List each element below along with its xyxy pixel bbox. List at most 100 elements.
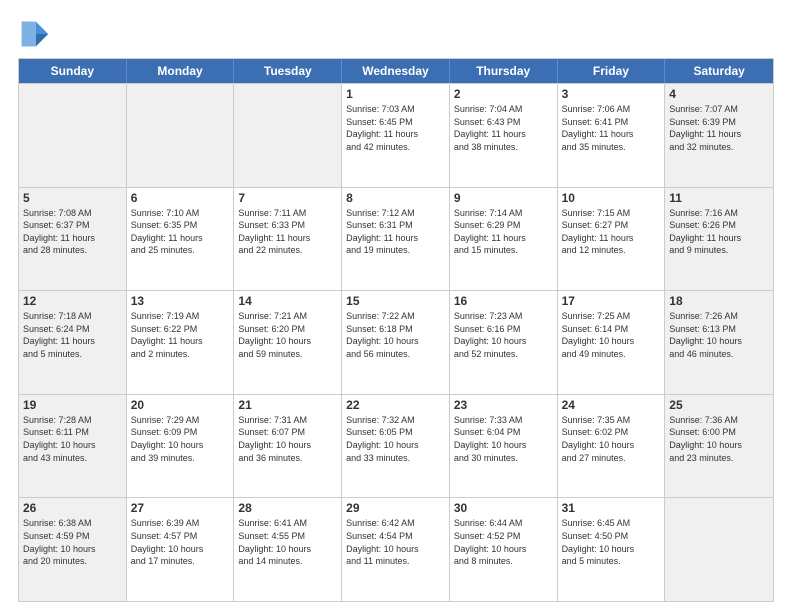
day-number: 22 [346, 398, 445, 412]
day-info: Sunrise: 7:35 AM Sunset: 6:02 PM Dayligh… [562, 414, 661, 464]
empty-cell [127, 84, 235, 187]
day-info: Sunrise: 7:29 AM Sunset: 6:09 PM Dayligh… [131, 414, 230, 464]
day-cell-25: 25 Sunrise: 7:36 AM Sunset: 6:00 PM Dayli… [665, 395, 773, 498]
week-row-0: 1 Sunrise: 7:03 AM Sunset: 6:45 PM Daylig… [19, 83, 773, 187]
day-info: Sunrise: 7:31 AM Sunset: 6:07 PM Dayligh… [238, 414, 337, 464]
day-cell-10: 10 Sunrise: 7:15 AM Sunset: 6:27 PM Dayli… [558, 188, 666, 291]
header-day-wednesday: Wednesday [342, 59, 450, 83]
day-info: Sunrise: 7:32 AM Sunset: 6:05 PM Dayligh… [346, 414, 445, 464]
day-info: Sunrise: 7:25 AM Sunset: 6:14 PM Dayligh… [562, 310, 661, 360]
day-number: 1 [346, 87, 445, 101]
day-info: Sunrise: 7:15 AM Sunset: 6:27 PM Dayligh… [562, 207, 661, 257]
day-cell-7: 7 Sunrise: 7:11 AM Sunset: 6:33 PM Daylig… [234, 188, 342, 291]
day-cell-19: 19 Sunrise: 7:28 AM Sunset: 6:11 PM Dayli… [19, 395, 127, 498]
logo-icon [18, 18, 50, 50]
day-number: 15 [346, 294, 445, 308]
empty-cell [665, 498, 773, 601]
day-cell-5: 5 Sunrise: 7:08 AM Sunset: 6:37 PM Daylig… [19, 188, 127, 291]
day-cell-9: 9 Sunrise: 7:14 AM Sunset: 6:29 PM Daylig… [450, 188, 558, 291]
day-info: Sunrise: 7:06 AM Sunset: 6:41 PM Dayligh… [562, 103, 661, 153]
day-cell-2: 2 Sunrise: 7:04 AM Sunset: 6:43 PM Daylig… [450, 84, 558, 187]
week-row-1: 5 Sunrise: 7:08 AM Sunset: 6:37 PM Daylig… [19, 187, 773, 291]
day-info: Sunrise: 7:22 AM Sunset: 6:18 PM Dayligh… [346, 310, 445, 360]
day-number: 11 [669, 191, 769, 205]
day-cell-30: 30 Sunrise: 6:44 AM Sunset: 4:52 PM Dayli… [450, 498, 558, 601]
day-number: 4 [669, 87, 769, 101]
day-info: Sunrise: 7:26 AM Sunset: 6:13 PM Dayligh… [669, 310, 769, 360]
header-day-saturday: Saturday [665, 59, 773, 83]
header-day-tuesday: Tuesday [234, 59, 342, 83]
day-cell-20: 20 Sunrise: 7:29 AM Sunset: 6:09 PM Dayli… [127, 395, 235, 498]
day-number: 30 [454, 501, 553, 515]
calendar-body: 1 Sunrise: 7:03 AM Sunset: 6:45 PM Daylig… [19, 83, 773, 601]
day-info: Sunrise: 7:14 AM Sunset: 6:29 PM Dayligh… [454, 207, 553, 257]
day-number: 13 [131, 294, 230, 308]
day-cell-11: 11 Sunrise: 7:16 AM Sunset: 6:26 PM Dayli… [665, 188, 773, 291]
day-info: Sunrise: 7:16 AM Sunset: 6:26 PM Dayligh… [669, 207, 769, 257]
day-info: Sunrise: 7:28 AM Sunset: 6:11 PM Dayligh… [23, 414, 122, 464]
day-cell-24: 24 Sunrise: 7:35 AM Sunset: 6:02 PM Dayli… [558, 395, 666, 498]
day-info: Sunrise: 7:33 AM Sunset: 6:04 PM Dayligh… [454, 414, 553, 464]
page: SundayMondayTuesdayWednesdayThursdayFrid… [0, 0, 792, 612]
logo [18, 18, 54, 50]
day-number: 28 [238, 501, 337, 515]
day-info: Sunrise: 7:11 AM Sunset: 6:33 PM Dayligh… [238, 207, 337, 257]
day-number: 9 [454, 191, 553, 205]
day-info: Sunrise: 7:12 AM Sunset: 6:31 PM Dayligh… [346, 207, 445, 257]
header [18, 18, 774, 50]
day-number: 16 [454, 294, 553, 308]
calendar-header: SundayMondayTuesdayWednesdayThursdayFrid… [19, 59, 773, 83]
day-info: Sunrise: 6:38 AM Sunset: 4:59 PM Dayligh… [23, 517, 122, 567]
day-info: Sunrise: 7:36 AM Sunset: 6:00 PM Dayligh… [669, 414, 769, 464]
day-info: Sunrise: 7:10 AM Sunset: 6:35 PM Dayligh… [131, 207, 230, 257]
day-cell-4: 4Sunrise: 7:07 AM Sunset: 6:39 PM Daylig… [665, 84, 773, 187]
day-cell-13: 13 Sunrise: 7:19 AM Sunset: 6:22 PM Dayli… [127, 291, 235, 394]
empty-cell [234, 84, 342, 187]
day-info: Sunrise: 7:23 AM Sunset: 6:16 PM Dayligh… [454, 310, 553, 360]
day-number: 3 [562, 87, 661, 101]
day-info: Sunrise: 6:42 AM Sunset: 4:54 PM Dayligh… [346, 517, 445, 567]
day-number: 6 [131, 191, 230, 205]
day-number: 19 [23, 398, 122, 412]
day-number: 5 [23, 191, 122, 205]
day-cell-21: 21 Sunrise: 7:31 AM Sunset: 6:07 PM Dayli… [234, 395, 342, 498]
day-number: 23 [454, 398, 553, 412]
day-cell-28: 28 Sunrise: 6:41 AM Sunset: 4:55 PM Dayli… [234, 498, 342, 601]
day-cell-12: 12 Sunrise: 7:18 AM Sunset: 6:24 PM Dayli… [19, 291, 127, 394]
day-number: 7 [238, 191, 337, 205]
week-row-2: 12 Sunrise: 7:18 AM Sunset: 6:24 PM Dayli… [19, 290, 773, 394]
header-day-friday: Friday [558, 59, 666, 83]
day-number: 2 [454, 87, 553, 101]
week-row-4: 26Sunrise: 6:38 AM Sunset: 4:59 PM Dayli… [19, 497, 773, 601]
day-number: 24 [562, 398, 661, 412]
day-cell-27: 27Sunrise: 6:39 AM Sunset: 4:57 PM Dayli… [127, 498, 235, 601]
day-number: 21 [238, 398, 337, 412]
calendar: SundayMondayTuesdayWednesdayThursdayFrid… [18, 58, 774, 602]
day-cell-26: 26Sunrise: 6:38 AM Sunset: 4:59 PM Dayli… [19, 498, 127, 601]
day-cell-23: 23 Sunrise: 7:33 AM Sunset: 6:04 PM Dayli… [450, 395, 558, 498]
day-cell-31: 31Sunrise: 6:45 AM Sunset: 4:50 PM Dayli… [558, 498, 666, 601]
day-cell-16: 16 Sunrise: 7:23 AM Sunset: 6:16 PM Dayli… [450, 291, 558, 394]
day-number: 12 [23, 294, 122, 308]
day-info: Sunrise: 6:44 AM Sunset: 4:52 PM Dayligh… [454, 517, 553, 567]
day-number: 29 [346, 501, 445, 515]
week-row-3: 19 Sunrise: 7:28 AM Sunset: 6:11 PM Dayli… [19, 394, 773, 498]
day-cell-8: 8Sunrise: 7:12 AM Sunset: 6:31 PM Daylig… [342, 188, 450, 291]
day-info: Sunrise: 7:08 AM Sunset: 6:37 PM Dayligh… [23, 207, 122, 257]
day-cell-6: 6 Sunrise: 7:10 AM Sunset: 6:35 PM Daylig… [127, 188, 235, 291]
day-info: Sunrise: 7:19 AM Sunset: 6:22 PM Dayligh… [131, 310, 230, 360]
day-number: 20 [131, 398, 230, 412]
day-info: Sunrise: 7:04 AM Sunset: 6:43 PM Dayligh… [454, 103, 553, 153]
day-cell-18: 18 Sunrise: 7:26 AM Sunset: 6:13 PM Dayli… [665, 291, 773, 394]
day-number: 25 [669, 398, 769, 412]
day-number: 18 [669, 294, 769, 308]
day-cell-3: 3 Sunrise: 7:06 AM Sunset: 6:41 PM Daylig… [558, 84, 666, 187]
day-number: 27 [131, 501, 230, 515]
day-info: Sunrise: 7:03 AM Sunset: 6:45 PM Dayligh… [346, 103, 445, 153]
day-info: Sunrise: 7:21 AM Sunset: 6:20 PM Dayligh… [238, 310, 337, 360]
header-day-sunday: Sunday [19, 59, 127, 83]
day-info: Sunrise: 7:18 AM Sunset: 6:24 PM Dayligh… [23, 310, 122, 360]
day-number: 10 [562, 191, 661, 205]
day-info: Sunrise: 6:41 AM Sunset: 4:55 PM Dayligh… [238, 517, 337, 567]
day-cell-17: 17Sunrise: 7:25 AM Sunset: 6:14 PM Dayli… [558, 291, 666, 394]
